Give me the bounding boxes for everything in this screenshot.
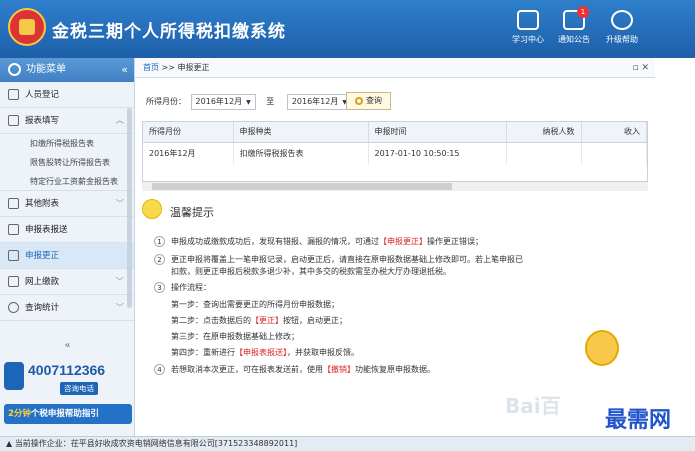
site-watermark: 最需网 bbox=[605, 407, 672, 433]
sidebar-item-report-submit[interactable]: 申报表报送 bbox=[0, 217, 134, 243]
step-1: 第一步：查询出需要更正的所得月份申报数据； bbox=[171, 300, 339, 309]
phone-icon bbox=[4, 362, 24, 390]
tab-controls[interactable]: ▫ ✕ bbox=[632, 58, 649, 78]
scrollbar-thumb[interactable] bbox=[152, 183, 452, 190]
chevron-down-icon: ﹀ bbox=[115, 277, 124, 287]
app-title: 金税三期个人所得税扣缴系统 bbox=[52, 22, 286, 42]
month-to-select[interactable]: 2016年12月 ▼ bbox=[286, 93, 352, 110]
sidebar-item-report-correction[interactable]: 申报更正 bbox=[0, 243, 134, 269]
search-icon bbox=[8, 302, 19, 313]
grid-icon bbox=[8, 198, 19, 209]
tips-panel: 温馨提示 1 申报成功或缴款成功后，发现有错报、漏报的情况，可通过【申报更正】操作… bbox=[142, 196, 648, 416]
sidebar-subitem-withholding[interactable]: 扣缴所得税报告表 bbox=[0, 134, 134, 153]
sidebar-subitem-special-industry[interactable]: 特定行业工资薪金报告表 bbox=[0, 172, 134, 191]
table-row[interactable]: 2016年12月 扣缴所得税报告表 2017-01-10 10:50:15 bbox=[143, 142, 647, 164]
gear-icon bbox=[8, 62, 21, 76]
collapse-icon[interactable]: « bbox=[121, 58, 128, 82]
table-header: 所得月份 申报种类 申报时间 纳税人数 收入 bbox=[143, 122, 647, 143]
chevron-down-icon: ﹀ bbox=[115, 199, 124, 209]
sidebar-item-query-stats[interactable]: 查询统计 ﹀ bbox=[0, 295, 134, 321]
mascot-icon bbox=[585, 330, 619, 366]
step-3: 第三步：在原申报数据基础上修改； bbox=[171, 332, 299, 341]
breadcrumb-home[interactable]: 首页 bbox=[143, 63, 159, 72]
sidebar-item-other-attachments[interactable]: 其他附表 ﹀ bbox=[0, 191, 134, 217]
notice-badge: 1 bbox=[577, 6, 589, 18]
notice-button[interactable]: 1 通知公告 bbox=[552, 6, 596, 45]
monitor-icon bbox=[517, 10, 539, 30]
sidebar: 功能菜单 « 人员登记 报表填写 ︿ 扣缴所得税报告表 限售股转让所得报告表 特定行… bbox=[0, 58, 135, 436]
month-from-select[interactable]: 2016年12月 ▼ bbox=[190, 93, 256, 110]
hotline-number: 4007112366 bbox=[28, 362, 106, 378]
breadcrumb-current: 申报更正 bbox=[177, 63, 210, 72]
dropdown-arrow-icon: ▼ bbox=[246, 98, 251, 106]
filter-bar: 所得月份： 2016年12月 ▼ 至 2016年12月 ▼ 查询 bbox=[146, 92, 646, 112]
sidebar-scrollbar[interactable] bbox=[127, 108, 132, 308]
query-button[interactable]: 查询 bbox=[346, 92, 391, 110]
sidebar-item-online-payment[interactable]: 网上缴款 ﹀ bbox=[0, 269, 134, 295]
tax-emblem-icon bbox=[8, 8, 46, 46]
baidu-watermark-logo: Bai百 bbox=[505, 394, 561, 418]
sidebar-splitter-icon[interactable]: « bbox=[0, 340, 135, 354]
table-horizontal-scrollbar[interactable] bbox=[142, 181, 648, 191]
breadcrumb: 首页 >> 申报更正 ▫ ✕ bbox=[135, 58, 655, 78]
top-banner: 金税三期个人所得税扣缴系统 学习中心 1 通知公告 升级帮助 bbox=[0, 0, 695, 58]
tip-2: 2 更正申报将覆盖上一笔申报记录，启动更正后，请直接在原申报数据基础上修改即可。若… bbox=[154, 254, 584, 278]
step-4: 第四步：重新进行【申报表报送】，并获取申报反馈。 bbox=[171, 348, 359, 357]
status-bar: ▲ 当前操作企业：茌平县好收成农资电销网络信息有限公司[371523348892… bbox=[0, 436, 695, 451]
pencil-icon bbox=[8, 250, 19, 261]
help-icon bbox=[611, 10, 633, 30]
help-guide-banner[interactable]: 2分钟个税申报帮助指引 bbox=[4, 404, 132, 424]
chevron-down-icon: ﹀ bbox=[115, 303, 124, 313]
learn-center-button[interactable]: 学习中心 bbox=[506, 10, 550, 45]
tip-3: 3 操作流程： bbox=[154, 282, 584, 294]
payment-icon bbox=[8, 276, 19, 287]
hotline-panel: 4007112366 咨询电话 bbox=[4, 358, 132, 400]
envelope-icon: 1 bbox=[563, 6, 589, 30]
search-icon bbox=[355, 96, 363, 105]
sidebar-item-person-register[interactable]: 人员登记 bbox=[0, 82, 134, 108]
person-icon bbox=[8, 89, 19, 100]
chevron-up-icon: ︿ bbox=[115, 116, 124, 126]
upgrade-help-button[interactable]: 升级帮助 bbox=[600, 10, 644, 45]
tip-1: 1 申报成功或缴款成功后，发现有错报、漏报的情况，可通过【申报更正】操作更正错误； bbox=[154, 236, 584, 248]
hotline-label: 咨询电话 bbox=[60, 382, 98, 395]
user-icon: ▲ bbox=[6, 439, 15, 448]
sidebar-subitem-restricted-stock[interactable]: 限售股转让所得报告表 bbox=[0, 153, 134, 172]
edit-icon bbox=[8, 115, 19, 126]
sidebar-header: 功能菜单 « bbox=[0, 58, 134, 82]
tips-title: 温馨提示 bbox=[170, 206, 214, 219]
tip-4: 4 若想取消本次更正，可在报表发送前，使用【撤销】功能恢复原申报数据。 bbox=[154, 364, 584, 376]
sidebar-item-report-fill[interactable]: 报表填写 ︿ bbox=[0, 108, 134, 134]
step-2: 第二步：点击数据后的【更正】按钮，启动更正； bbox=[171, 316, 347, 325]
send-icon bbox=[8, 224, 19, 235]
